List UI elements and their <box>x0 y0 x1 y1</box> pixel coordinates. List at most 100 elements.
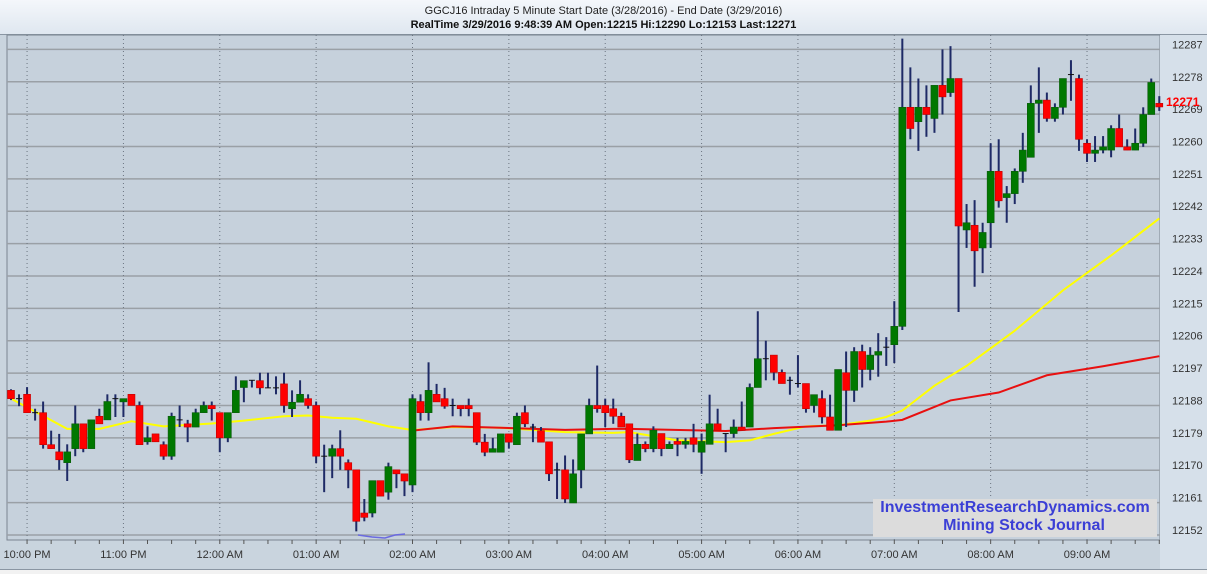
x-axis: 10:00 PM 11:00 PM 12:00 AM 01:00 AM 02:00 AM… <box>4 540 1160 561</box>
candle-body-down <box>770 354 778 373</box>
candle-body-down <box>392 469 401 475</box>
candle-body-down <box>505 433 513 443</box>
candle-body-down <box>376 480 385 497</box>
candle-body-down <box>954 78 963 227</box>
candle-body-up <box>384 466 393 493</box>
candle-body-up <box>199 405 208 413</box>
candle-body-down <box>1155 103 1164 108</box>
candle-body-up <box>328 448 337 457</box>
candle-body-up <box>874 351 883 356</box>
candle-body-down <box>344 462 353 471</box>
y-tick-label: 12278 <box>1172 72 1203 84</box>
candle-body-up <box>585 405 593 435</box>
candle-body-down <box>593 405 601 410</box>
candle-body-up <box>296 394 304 403</box>
candle-body-down <box>673 441 682 445</box>
candle-body-up <box>850 351 858 391</box>
candle-body-up <box>665 444 674 449</box>
x-tick-label: 11:00 PM <box>100 549 146 561</box>
candle-body-up <box>87 419 96 449</box>
candle-body-up <box>368 480 377 514</box>
candle-body-down <box>1123 146 1131 151</box>
candle-body-down <box>1075 78 1083 140</box>
candle-body-down <box>561 469 569 500</box>
candle-body-down <box>183 423 192 428</box>
candle <box>472 412 481 446</box>
candle-body-up <box>497 433 505 453</box>
candle <box>7 389 15 401</box>
candle-body-down <box>280 383 288 406</box>
candle-body-down <box>47 444 55 449</box>
x-tick-label: 08:00 AM <box>967 549 1013 561</box>
candle <box>135 401 144 445</box>
candle-body-up <box>898 106 907 327</box>
candle-body-up <box>1147 82 1156 115</box>
candlestick-chart[interactable]: 1228712278122691226012251122421223312224… <box>0 0 1207 569</box>
candle-body-down <box>472 412 481 443</box>
last-price-label: 12271 <box>1166 95 1200 109</box>
candle-body-up <box>697 441 706 453</box>
candle-body-down <box>207 405 216 410</box>
watermark: InvestmentResearchDynamics.com Mining St… <box>873 499 1157 537</box>
candle <box>368 480 377 518</box>
candle-body-up <box>119 398 128 403</box>
candle-body-down <box>858 351 866 370</box>
candle-body-down <box>360 512 369 518</box>
y-tick-label: 12161 <box>1172 493 1203 505</box>
watermark-journal: Mining Stock Journal <box>943 517 1105 534</box>
candle <box>625 423 634 464</box>
candle <box>79 423 88 453</box>
x-tick-label: 05:00 AM <box>678 549 724 561</box>
y-tick-label: 12233 <box>1172 234 1203 246</box>
candle-body-up <box>705 423 714 445</box>
candle-body-down <box>312 405 320 457</box>
candle <box>834 369 842 431</box>
candle-body-down <box>906 106 915 129</box>
y-tick-label: 12242 <box>1172 201 1203 213</box>
candle <box>224 412 232 443</box>
candle-body-up <box>232 390 240 413</box>
y-tick-label: 12251 <box>1172 169 1203 181</box>
candle-body-up <box>1059 78 1067 108</box>
candle-body-down <box>689 437 698 445</box>
candle-body-up <box>513 415 521 445</box>
candle-body-up <box>1107 128 1115 151</box>
candle-body-up <box>978 232 987 249</box>
y-tick-label: 12188 <box>1172 395 1203 407</box>
candle-body-down <box>778 372 786 384</box>
candle-body-down <box>55 451 63 461</box>
candle-body-up <box>577 433 585 471</box>
candle-body-up <box>191 412 200 428</box>
candle-body-down <box>432 394 441 403</box>
candle-body-down <box>737 426 746 431</box>
x-tick-label: 02:00 AM <box>389 549 435 561</box>
y-tick-label: 12287 <box>1172 39 1203 51</box>
x-tick-label: 12:00 AM <box>197 549 243 561</box>
candle-body-down <box>826 416 834 431</box>
candle-body-down <box>400 473 409 482</box>
candle-body-down <box>994 171 1003 202</box>
x-tick-label: 03:00 AM <box>486 549 532 561</box>
candle-body-down <box>256 380 264 389</box>
candle-body-down <box>842 372 850 391</box>
x-tick-label: 07:00 AM <box>871 549 917 561</box>
x-tick-label: 09:00 AM <box>1064 549 1110 561</box>
y-tick-label: 12170 <box>1172 460 1203 472</box>
candle-body-up <box>745 387 754 428</box>
candle-body-down <box>127 394 136 406</box>
candle-body-up <box>1051 106 1059 119</box>
candle <box>376 480 385 497</box>
candle-body-down <box>545 441 553 475</box>
candle-body-up <box>681 441 690 445</box>
candle-body-up <box>986 171 995 224</box>
candle-body-up <box>834 369 842 431</box>
candle-body-down <box>79 423 88 449</box>
candle <box>745 383 754 428</box>
candle-body-up <box>424 390 433 413</box>
candle-body-down <box>480 441 489 453</box>
candle-body-down <box>7 390 15 399</box>
candle-body-up <box>1139 114 1148 144</box>
candle-body-down <box>625 423 634 461</box>
candle-body-down <box>336 448 345 457</box>
candle-body-up <box>1091 149 1099 154</box>
